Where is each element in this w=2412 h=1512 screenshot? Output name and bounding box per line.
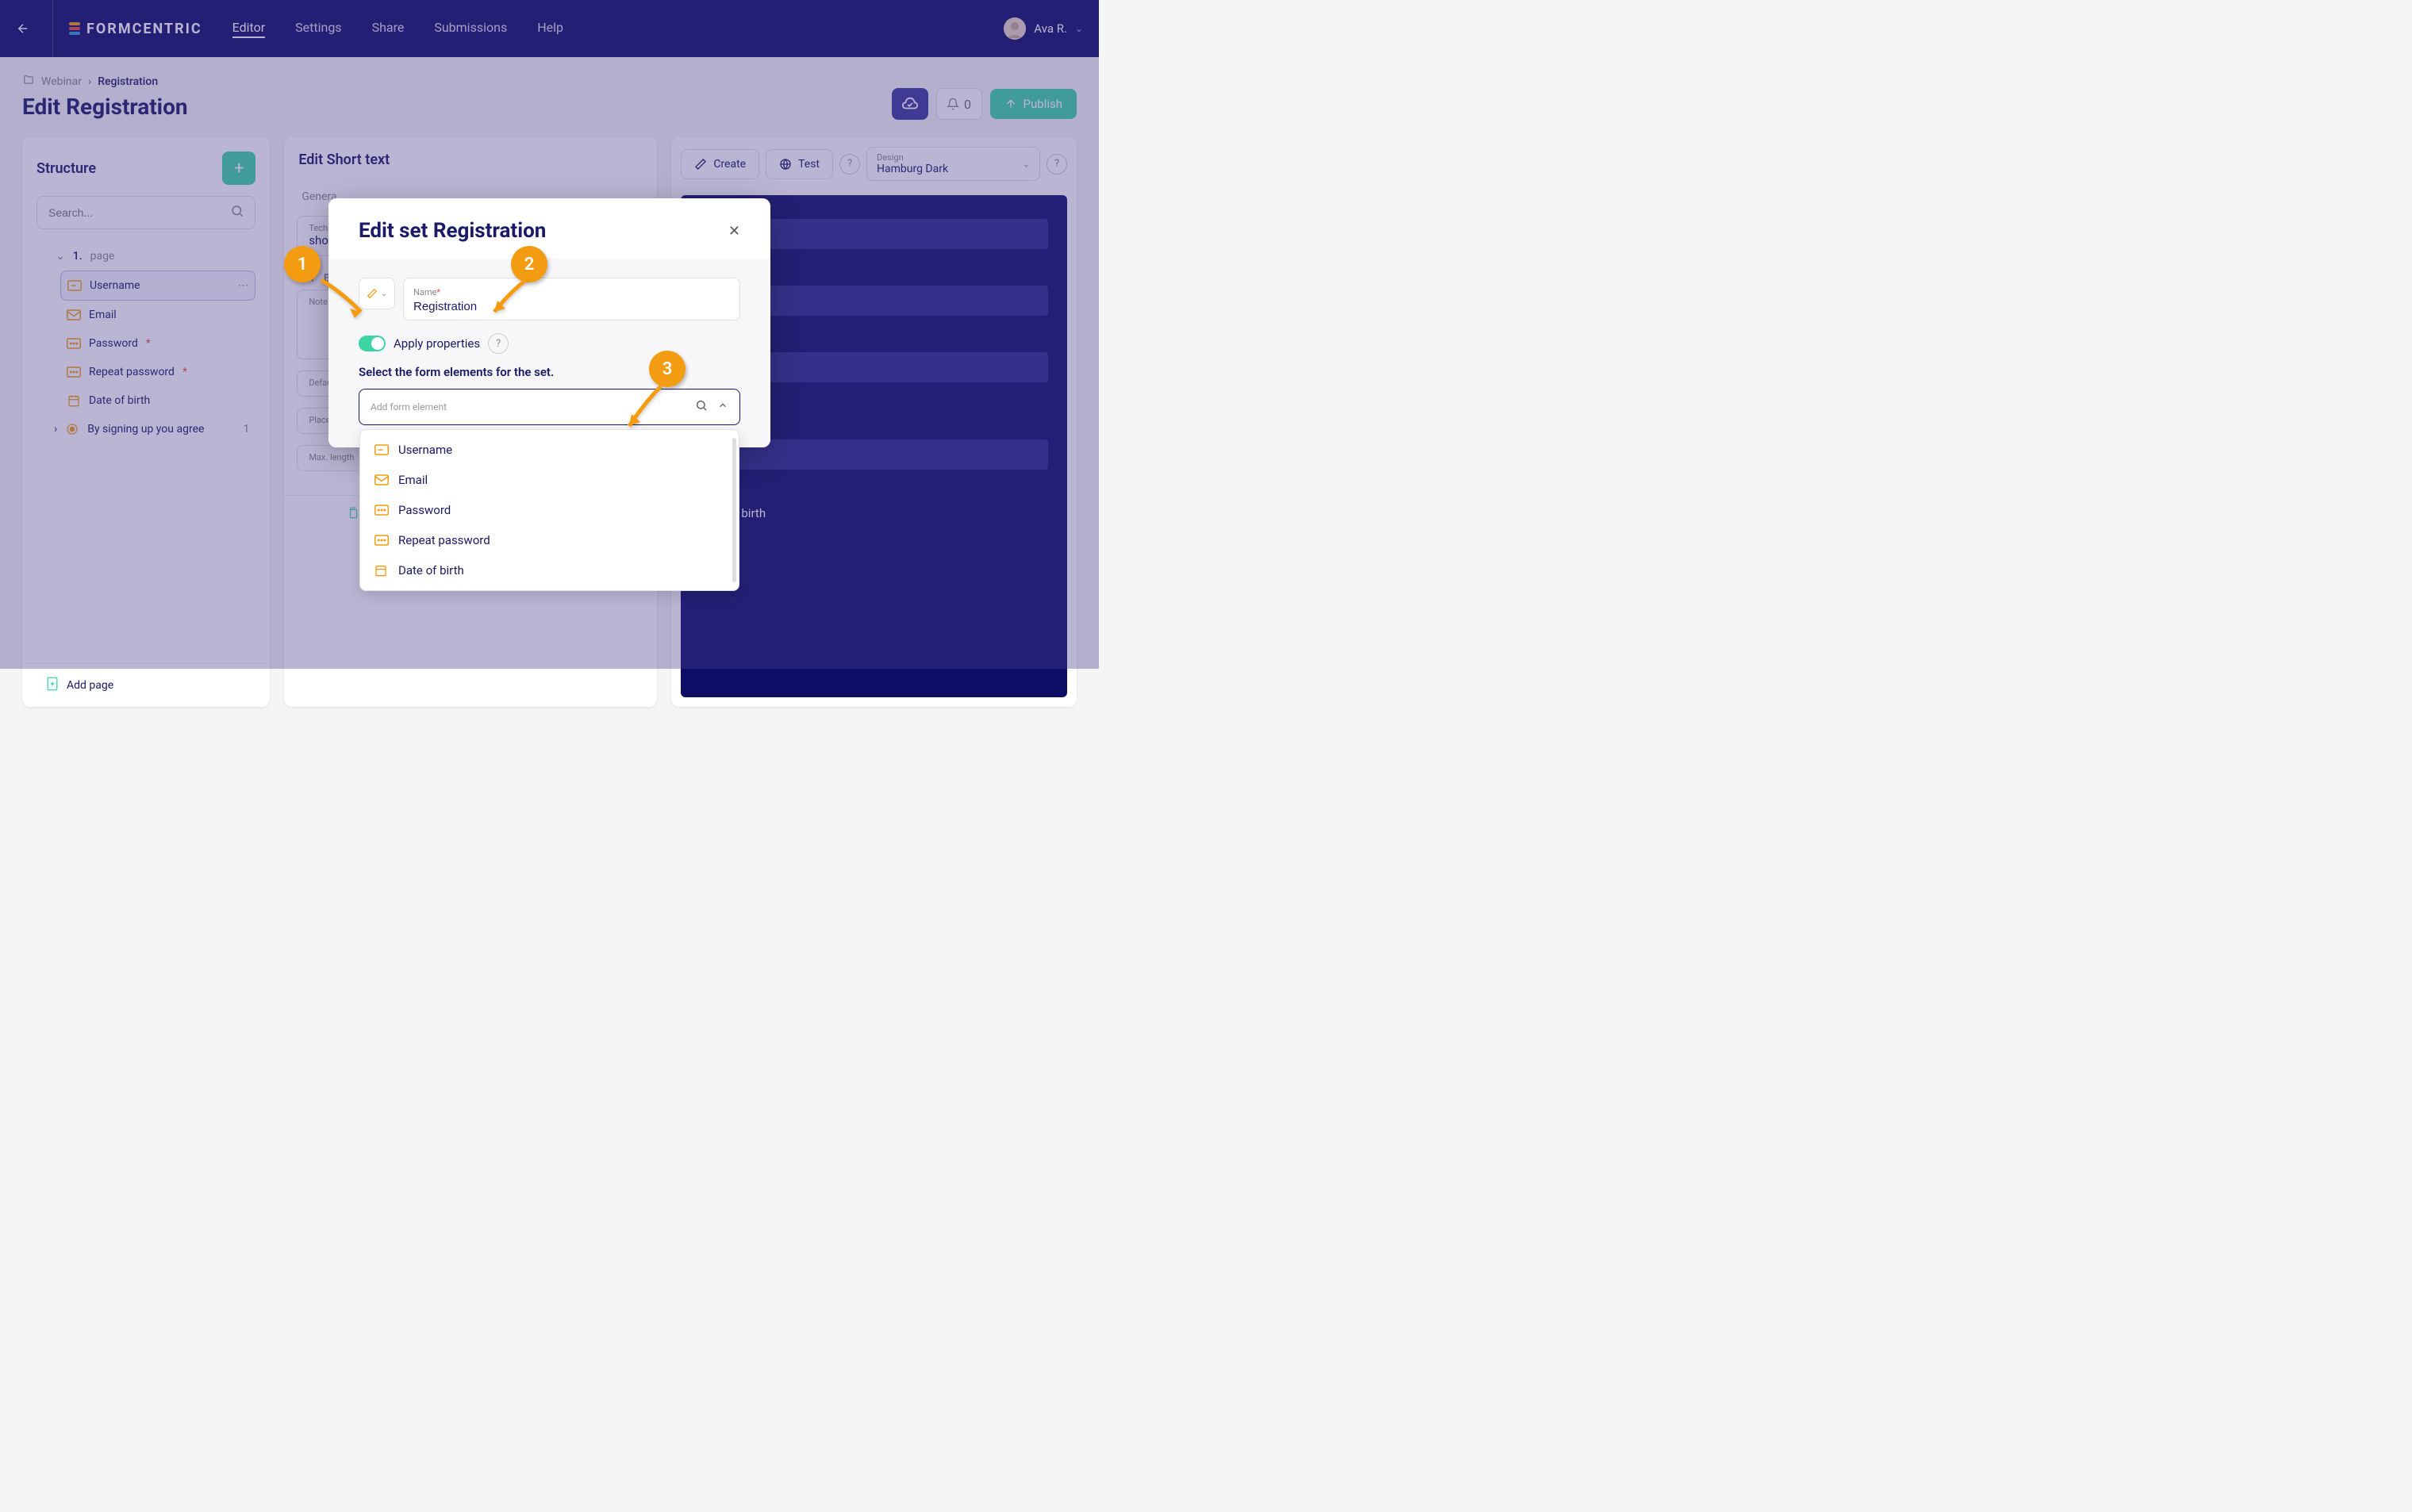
option-label: Username xyxy=(398,443,452,457)
chevron-down-icon: ⌄ xyxy=(381,290,387,298)
chevron-up-icon xyxy=(717,399,728,415)
arrow-3 xyxy=(617,382,673,441)
option-label: Email xyxy=(398,473,428,487)
option-password[interactable]: Password xyxy=(360,495,739,525)
callout-1: 1 xyxy=(284,246,321,282)
add-element-combobox[interactable]: Add form element Username Email Password xyxy=(359,389,740,425)
set-name-label: Name* xyxy=(413,287,440,297)
arrow-1 xyxy=(317,276,373,327)
add-page-button[interactable]: Add page xyxy=(22,663,270,707)
set-name-input[interactable] xyxy=(413,300,730,313)
edit-set-modal: Edit set Registration ✕ ⌄ Name* Apply pr… xyxy=(328,198,770,447)
add-page-label: Add page xyxy=(67,679,113,692)
add-page-icon xyxy=(46,677,59,694)
dropdown-scrollbar[interactable] xyxy=(732,438,736,582)
search-icon xyxy=(695,399,708,415)
set-name-field[interactable]: Name* xyxy=(403,278,740,320)
calendar-icon xyxy=(374,564,389,577)
text-field-icon xyxy=(374,444,389,455)
apply-properties-toggle[interactable] xyxy=(359,336,386,351)
arrow-2 xyxy=(482,276,538,327)
help-icon[interactable]: ? xyxy=(488,333,509,354)
email-icon xyxy=(374,474,389,485)
combobox-dropdown: Username Email Password Repeat password … xyxy=(359,429,739,591)
option-label: Password xyxy=(398,503,451,517)
option-repeat-password[interactable]: Repeat password xyxy=(360,525,739,555)
option-email[interactable]: Email xyxy=(360,465,739,495)
close-icon[interactable]: ✕ xyxy=(728,223,740,240)
apply-properties-label: Apply properties xyxy=(394,336,480,351)
option-label: Date of birth xyxy=(398,563,464,578)
modal-title: Edit set Registration xyxy=(359,219,546,243)
password-icon xyxy=(374,535,389,546)
option-dob[interactable]: Date of birth xyxy=(360,555,739,585)
option-label: Repeat password xyxy=(398,533,490,547)
option-username[interactable]: Username xyxy=(360,435,739,465)
password-icon xyxy=(374,505,389,516)
